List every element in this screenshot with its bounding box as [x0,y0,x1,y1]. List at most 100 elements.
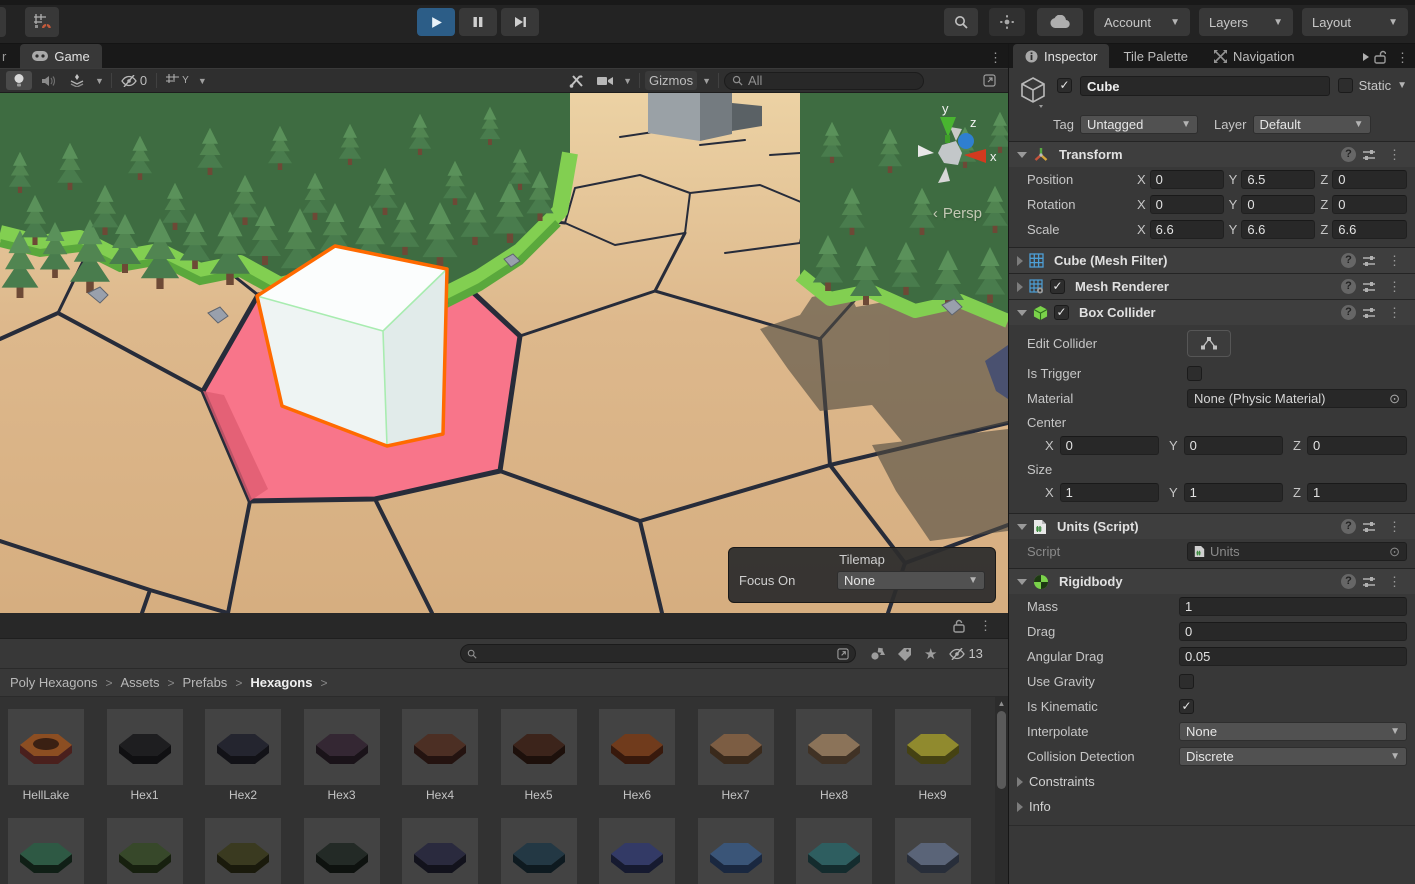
open-search-icon[interactable] [837,647,849,660]
tab-inspector[interactable]: Inspector [1013,44,1110,68]
center-z-field[interactable]: 0 [1306,436,1407,455]
asset-tile[interactable]: Hex6 [599,709,675,802]
scene-audio-toggle[interactable] [35,71,61,90]
foldout-closed-icon[interactable] [1017,281,1023,292]
foldout-closed-icon[interactable] [1017,801,1023,812]
tab-tile-palette[interactable]: Tile Palette [1111,44,1200,68]
pause-button[interactable] [459,8,497,36]
mesh-filter-header[interactable]: Cube (Mesh Filter) ? ⋮ [1009,247,1415,273]
constraints-row[interactable]: Constraints [1009,769,1415,794]
gizmos-dropdown-arrow[interactable]: ▼ [700,76,713,86]
layout-dropdown[interactable]: Layout ▼ [1302,8,1408,36]
scene-search-input[interactable]: All [724,71,924,90]
axis-y-label[interactable]: Y [1229,172,1238,187]
scene-viewport[interactable]: y z x ‹ Persp Tilemap Focus On None ▼ [0,93,1008,613]
angular-drag-field[interactable]: 0.05 [1179,647,1407,666]
asset-tile[interactable]: Hex9 [894,709,971,802]
asset-thumbnail[interactable] [599,818,675,884]
layers-dropdown[interactable]: Layers ▼ [1199,8,1293,36]
asset-tile[interactable]: Hex3 [303,709,380,802]
asset-tile[interactable] [205,818,281,884]
interpolate-dropdown[interactable]: None ▼ [1179,722,1407,741]
axis-x-label[interactable]: X [1137,197,1146,212]
component-menu-icon[interactable]: ⋮ [1382,254,1407,267]
material-object-field[interactable]: None (Physic Material) ⊙ [1187,389,1407,408]
asset-tile[interactable] [796,818,872,884]
asset-tile[interactable]: Hex5 [500,709,577,802]
asset-thumbnail[interactable] [8,818,84,884]
asset-thumbnail[interactable] [500,818,577,884]
maximize-view-button[interactable] [976,71,1002,90]
orientation-gizmo[interactable]: y z x [904,101,1000,204]
tag-dropdown[interactable]: Untagged ▼ [1079,115,1198,134]
axis-z-label[interactable]: Z [1320,222,1328,237]
account-dropdown[interactable]: Account ▼ [1094,8,1190,36]
scale-x-field[interactable]: 6.6 [1149,220,1224,239]
presets-icon[interactable] [1362,255,1376,267]
grid-snap-button[interactable] [25,7,59,37]
foldout-open-icon[interactable] [1017,151,1027,158]
effects-dropdown-arrow[interactable]: ▼ [93,76,106,86]
scene-effects-toggle[interactable] [64,71,90,90]
gizmo-x-label[interactable]: x [990,149,997,164]
units-script-header[interactable]: Units (Script) ? ⋮ [1009,513,1415,539]
info-row[interactable]: Info [1009,794,1415,819]
presets-icon[interactable] [1362,307,1376,319]
position-z-field[interactable]: 0 [1332,170,1408,189]
object-picker-icon[interactable]: ⊙ [1389,391,1400,407]
axis-y-label[interactable]: Y [1169,438,1178,453]
foldout-open-icon[interactable] [1017,523,1027,530]
asset-thumbnail[interactable] [106,709,183,785]
search-by-label-icon[interactable] [897,647,912,661]
rotation-y-field[interactable]: 0 [1241,195,1316,214]
size-y-field[interactable]: 1 [1183,483,1283,502]
scene-tools-button[interactable] [563,71,589,90]
asset-tile[interactable] [697,818,774,884]
project-search-input[interactable] [460,644,856,663]
breadcrumb-item-current[interactable]: Hexagons [250,675,312,690]
chevron-down-icon[interactable]: ▼ [1397,80,1407,91]
asset-thumbnail[interactable] [402,818,478,884]
asset-tile[interactable] [8,818,84,884]
active-checkbox[interactable]: ✓ [1057,78,1072,93]
axis-z-label[interactable]: Z [1293,438,1301,453]
clipped-tab-label[interactable]: r [2,49,6,64]
is-trigger-checkbox[interactable] [1187,366,1202,381]
cloud-services-button[interactable] [1037,8,1083,36]
hidden-packages-toggle[interactable]: 13 [949,646,983,661]
asset-tile[interactable] [599,818,675,884]
static-checkbox[interactable] [1337,78,1353,93]
lock-icon[interactable] [953,619,965,633]
gizmos-dropdown[interactable]: Gizmos [645,71,698,90]
asset-thumbnail[interactable] [894,709,971,785]
asset-tile[interactable]: Hex7 [697,709,774,802]
scene-visibility-toggle[interactable]: 0 [117,71,151,90]
scrollbar-thumb[interactable] [997,711,1006,789]
asset-thumbnail[interactable] [599,709,675,785]
asset-thumbnail[interactable] [205,709,281,785]
use-gravity-checkbox[interactable] [1179,674,1194,689]
camera-dropdown-arrow[interactable]: ▼ [621,76,634,86]
tab-game[interactable]: Game [20,44,102,68]
asset-tile[interactable] [303,818,380,884]
step-button[interactable] [501,8,539,36]
scene-camera-button[interactable] [592,71,618,90]
component-menu-icon[interactable]: ⋮ [1382,280,1407,293]
breadcrumb-item[interactable]: Poly Hexagons [10,675,97,690]
help-icon[interactable]: ? [1341,305,1356,320]
asset-tile[interactable]: HellLake [8,709,84,802]
component-menu-icon[interactable]: ⋮ [1382,575,1407,588]
transform-header[interactable]: Transform ? ⋮ [1009,141,1415,167]
presets-icon[interactable] [1362,576,1376,588]
favorites-star-icon[interactable]: ★ [924,645,937,663]
asset-tile[interactable] [106,818,183,884]
projection-mode[interactable]: ‹ Persp [933,205,982,222]
box-collider-header[interactable]: ✓ Box Collider ? ⋮ [1009,299,1415,325]
search-by-type-icon[interactable] [870,647,885,661]
asset-thumbnail[interactable] [303,818,380,884]
is-kinematic-checkbox[interactable]: ✓ [1179,699,1194,714]
presets-icon[interactable] [1362,149,1376,161]
unlock-icon[interactable] [1374,50,1386,64]
asset-tile[interactable] [402,818,478,884]
tab-scroll-right-icon[interactable] [1362,52,1370,62]
